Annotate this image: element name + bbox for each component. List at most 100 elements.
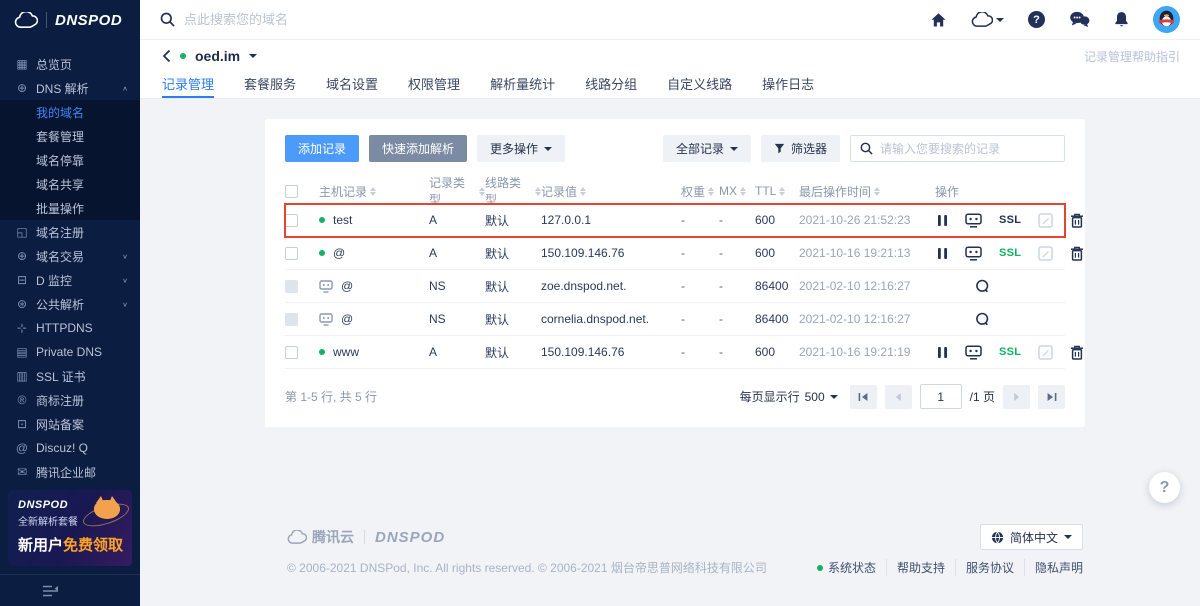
tab-域名设置[interactable]: 域名设置 xyxy=(326,74,378,98)
pause-record-icon[interactable] xyxy=(937,214,948,227)
first-page-button[interactable] xyxy=(850,385,877,409)
last-modified-time: 2021-02-10 12:16:27 xyxy=(799,312,935,326)
domain-search[interactable] xyxy=(160,12,504,27)
column-header[interactable]: TTL xyxy=(755,184,799,199)
logo-bar[interactable]: DNSPOD xyxy=(0,0,140,40)
host-cell: test xyxy=(319,213,429,227)
tab-权限管理[interactable]: 权限管理 xyxy=(408,74,460,98)
messages-icon[interactable] xyxy=(1069,11,1090,28)
sidebar-item-腾讯企业邮[interactable]: ✉腾讯企业邮 xyxy=(0,460,140,484)
sidebar-item-批量操作[interactable]: 批量操作 xyxy=(0,196,140,220)
tab-自定义线路[interactable]: 自定义线路 xyxy=(667,74,732,98)
last-modified-time: 2021-10-16 19:21:13 xyxy=(799,246,935,260)
column-header[interactable]: 主机记录 xyxy=(319,183,429,200)
page-number-input[interactable] xyxy=(920,384,962,409)
sidebar-item-Discuz! Q[interactable]: @Discuz! Q xyxy=(0,436,140,460)
sidebar-item-域名停靠[interactable]: 域名停靠 xyxy=(0,148,140,172)
tab-套餐服务[interactable]: 套餐服务 xyxy=(244,74,296,98)
record-search-input[interactable] xyxy=(880,142,1055,156)
filter-button[interactable]: 筛选器 xyxy=(761,135,840,162)
delete-record-icon[interactable] xyxy=(1070,246,1084,261)
records-help-link[interactable]: 记录管理帮助指引 xyxy=(1084,48,1180,65)
sidebar-item-HTTPDNS[interactable]: ⊹HTTPDNS xyxy=(0,316,140,340)
d-monitor-icon[interactable] xyxy=(965,213,982,228)
row-operations: SSL xyxy=(935,246,1084,261)
sort-icon[interactable] xyxy=(370,184,376,199)
column-header[interactable]: 线路类型 xyxy=(485,174,541,208)
d-monitor-icon[interactable] xyxy=(965,345,982,360)
record-search[interactable] xyxy=(850,135,1065,162)
pause-record-icon[interactable] xyxy=(937,247,948,260)
help-icon[interactable]: ? xyxy=(1028,11,1045,28)
per-page-selector[interactable]: 每页显示行 500 xyxy=(740,388,838,405)
column-header[interactable]: 权重 xyxy=(681,183,719,200)
delete-record-icon[interactable] xyxy=(1070,345,1084,360)
promo-banner[interactable]: DNSPOD 全新解析套餐 新用户免费领取 xyxy=(8,490,132,566)
sort-icon[interactable] xyxy=(874,184,880,199)
domain-search-input[interactable] xyxy=(184,12,504,27)
sidebar-item-商标注册[interactable]: ®商标注册 xyxy=(0,388,140,412)
sidebar-item-D 监控[interactable]: ⊟D 监控∨ xyxy=(0,268,140,292)
ssl-action[interactable]: SSL xyxy=(999,346,1021,358)
cloud-console-icon[interactable] xyxy=(971,12,1004,28)
ssl-action[interactable]: SSL xyxy=(999,247,1021,259)
record-type-filter-button[interactable]: 全部记录 xyxy=(663,135,751,162)
sort-icon[interactable] xyxy=(740,184,746,199)
next-page-button[interactable] xyxy=(1003,385,1030,409)
row-checkbox[interactable] xyxy=(285,214,298,227)
ttl-value: 600 xyxy=(755,345,799,359)
sidebar-item-Private DNS[interactable]: ▤Private DNS xyxy=(0,340,140,364)
ssl-action[interactable]: SSL xyxy=(999,214,1021,226)
d-monitor-icon[interactable] xyxy=(965,246,982,261)
sidebar-collapse-button[interactable] xyxy=(0,574,140,606)
tab-记录管理[interactable]: 记录管理 xyxy=(162,74,214,98)
sidebar-item-DNS 解析[interactable]: ⊕DNS 解析∧ xyxy=(0,76,140,100)
floating-help-button[interactable]: ? xyxy=(1149,472,1180,503)
sidebar-item-总览页[interactable]: ▦总览页 xyxy=(0,52,140,76)
current-domain[interactable]: oed.im xyxy=(195,48,240,64)
sort-icon[interactable] xyxy=(708,184,714,199)
pause-record-icon[interactable] xyxy=(937,346,948,359)
column-header[interactable]: 最后操作时间 xyxy=(799,183,935,200)
row-checkbox[interactable] xyxy=(285,247,298,260)
quick-add-button[interactable]: 快速添加解析 xyxy=(369,135,467,162)
prev-page-button[interactable] xyxy=(885,385,912,409)
add-record-button[interactable]: 添加记录 xyxy=(285,135,359,162)
row-checkbox[interactable] xyxy=(285,346,298,359)
footer-link-帮助支持[interactable]: 帮助支持 xyxy=(886,559,955,576)
delete-record-icon[interactable] xyxy=(1070,213,1084,228)
footer-link-服务协议[interactable]: 服务协议 xyxy=(955,559,1024,576)
sidebar-item-我的域名[interactable]: 我的域名 xyxy=(0,100,140,124)
globe-icon xyxy=(991,531,1004,544)
back-icon[interactable] xyxy=(162,49,171,63)
ns-info-icon[interactable] xyxy=(975,312,990,327)
sidebar-item-网站备案[interactable]: ⊡网站备案 xyxy=(0,412,140,436)
column-header[interactable]: 记录类型 xyxy=(429,174,485,208)
home-icon[interactable] xyxy=(930,12,947,28)
sidebar-item-套餐管理[interactable]: 套餐管理 xyxy=(0,124,140,148)
footer-link-隐私声明[interactable]: 隐私声明 xyxy=(1024,559,1083,576)
more-actions-button[interactable]: 更多操作 xyxy=(477,135,565,162)
sidebar-item-公共解析[interactable]: ⊛公共解析∨ xyxy=(0,292,140,316)
domain-dropdown-icon[interactable] xyxy=(249,54,257,62)
footer-link-系统状态[interactable]: 系统状态 xyxy=(807,559,886,576)
last-page-button[interactable] xyxy=(1038,385,1065,409)
sidebar-item-域名注册[interactable]: ◱域名注册 xyxy=(0,220,140,244)
avatar[interactable] xyxy=(1153,6,1180,33)
sidebar-item-SSL 证书[interactable]: ▥SSL 证书 xyxy=(0,364,140,388)
tab-线路分组[interactable]: 线路分组 xyxy=(585,74,637,98)
language-selector[interactable]: 简体中文 xyxy=(980,524,1083,550)
column-header[interactable]: 操作 xyxy=(935,183,1065,200)
sort-icon[interactable] xyxy=(779,184,785,199)
tab-解析量统计[interactable]: 解析量统计 xyxy=(490,74,555,98)
bell-icon[interactable] xyxy=(1114,11,1129,28)
host-value: @ xyxy=(333,246,345,260)
select-all-checkbox[interactable] xyxy=(285,185,298,198)
sidebar-item-域名交易[interactable]: ⊕域名交易∨ xyxy=(0,244,140,268)
column-header[interactable]: 记录值 xyxy=(541,183,681,200)
tab-操作日志[interactable]: 操作日志 xyxy=(762,74,814,98)
ns-info-icon[interactable] xyxy=(975,279,990,294)
sort-icon[interactable] xyxy=(580,184,586,199)
column-header[interactable]: MX xyxy=(719,184,755,199)
sidebar-item-域名共享[interactable]: 域名共享 xyxy=(0,172,140,196)
